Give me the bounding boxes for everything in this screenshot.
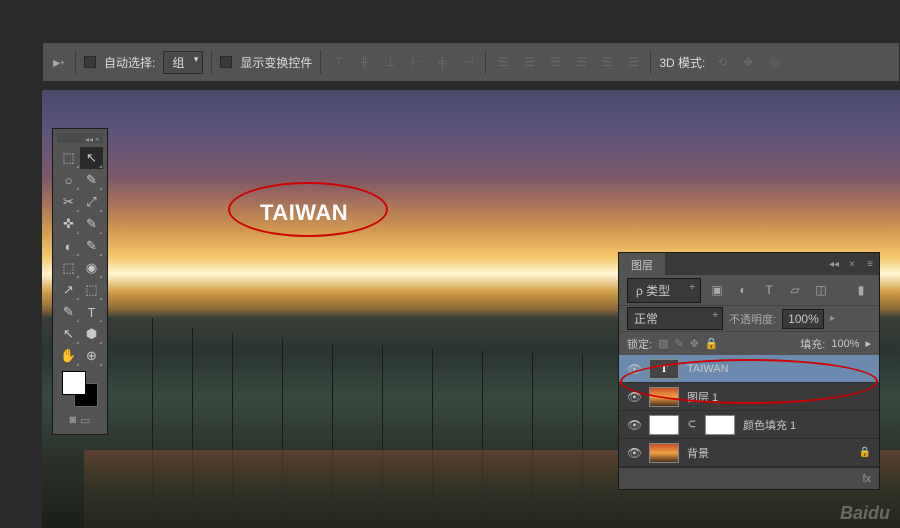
tool-19[interactable]: ⊕ (80, 345, 103, 367)
color-swatches (57, 367, 103, 411)
distribute-left-icon[interactable]: ☰ (572, 53, 590, 71)
close-icon[interactable]: × (95, 135, 101, 141)
lock-label: 锁定: (627, 336, 652, 352)
3d-mode-label: 3D 模式: (659, 54, 705, 71)
fill-input[interactable]: 100% (831, 338, 859, 350)
screenmode-icon[interactable]: ▭ (80, 414, 90, 427)
layer-name[interactable]: 图层 1 (687, 389, 871, 405)
tool-18[interactable]: ✋ (57, 345, 80, 367)
align-top-icon[interactable]: ⊤ (329, 53, 347, 71)
tool-5[interactable]: ⤢ (80, 191, 103, 213)
foreground-swatch[interactable] (62, 371, 86, 395)
align-vcenter-icon[interactable]: ╫ (355, 53, 373, 71)
tool-4[interactable]: ✂ (57, 191, 80, 213)
filter-smart-icon[interactable]: ◫ (811, 281, 831, 299)
layer-row[interactable]: 👁 背景 🔒 (619, 439, 879, 467)
tool-7[interactable]: ✎ (80, 213, 103, 235)
layer-row[interactable]: 👁 T TAIWAN (619, 355, 879, 383)
3d-pan-icon[interactable]: ✥ (739, 53, 757, 71)
align-right-icon[interactable]: ⊣ (459, 53, 477, 71)
opacity-slider-icon[interactable]: ▸ (830, 313, 835, 324)
show-transform-checkbox[interactable] (220, 56, 232, 68)
tool-9[interactable]: ✎ (80, 235, 103, 257)
auto-select-checkbox[interactable] (84, 56, 96, 68)
lock-position-icon[interactable]: ✥ (690, 337, 699, 350)
3d-orbit-icon[interactable]: ⟲ (713, 53, 731, 71)
visibility-icon[interactable]: 👁 (627, 446, 641, 460)
link-icon: ⊂ (687, 415, 697, 435)
distribute-top-icon[interactable]: ☰ (494, 53, 512, 71)
tool-15[interactable]: T (80, 301, 103, 323)
move-tool-icon[interactable]: ▸+ (51, 54, 67, 70)
layer-row[interactable]: 👁 图层 1 (619, 383, 879, 411)
align-bottom-icon[interactable]: ⊥ (381, 53, 399, 71)
tool-10[interactable]: ⬚ (57, 257, 80, 279)
layers-panel: 图层 ◂◂ × ≡ ρ 类型 ▣ ◐ T ▱ ◫ ▮ 正常 不透明度: 100%… (618, 252, 880, 490)
filter-toggle-icon[interactable]: ▮ (851, 281, 871, 299)
lock-all-icon[interactable]: 🔒 (705, 337, 719, 350)
tool-1[interactable]: ↖ (80, 147, 103, 169)
mask-thumb (705, 415, 735, 435)
watermark: Baidu (840, 503, 890, 524)
visibility-icon[interactable]: 👁 (627, 362, 641, 376)
visibility-icon[interactable]: 👁 (627, 390, 641, 404)
tool-11[interactable]: ◉ (80, 257, 103, 279)
quickmask-icon[interactable]: ◙ (69, 414, 76, 427)
3d-slider-icon[interactable]: ◎ (765, 53, 783, 71)
filter-pixel-icon[interactable]: ▣ (707, 281, 727, 299)
layers-list: 👁 T TAIWAN 👁 图层 1 👁 ⊂ 颜色填充 1 👁 背景 🔒 (619, 355, 879, 467)
tool-16[interactable]: ↖ (57, 323, 80, 345)
tool-12[interactable]: ↗ (57, 279, 80, 301)
align-left-icon[interactable]: ⊢ (407, 53, 425, 71)
distribute-vcenter-icon[interactable]: ☰ (520, 53, 538, 71)
lock-transparent-icon[interactable]: ▨ (658, 337, 668, 350)
layer-name[interactable]: 颜色填充 1 (743, 417, 871, 433)
filter-adjustment-icon[interactable]: ◐ (733, 281, 753, 299)
tool-0[interactable]: ⬚ (57, 147, 80, 169)
tool-14[interactable]: ✎ (57, 301, 80, 323)
image-thumb (649, 443, 679, 463)
fx-icon[interactable]: fx (862, 473, 871, 485)
auto-select-dropdown[interactable]: 组 (163, 51, 203, 74)
fill-slider-icon[interactable]: ▸ (865, 337, 871, 350)
tool-6[interactable]: ✜ (57, 213, 80, 235)
filter-shape-icon[interactable]: ▱ (785, 281, 805, 299)
close-icon[interactable]: × (843, 253, 861, 275)
show-transform-label: 显示变换控件 (240, 54, 312, 71)
tool-2[interactable]: ○ (57, 169, 80, 191)
filter-type-icon[interactable]: T (759, 281, 779, 299)
auto-select-label: 自动选择: (104, 54, 155, 71)
panel-menu-icon[interactable]: ≡ (861, 253, 879, 275)
distribute-hcenter-icon[interactable]: ☰ (598, 53, 616, 71)
fill-label: 填充: (800, 336, 825, 352)
collapse-icon[interactable]: ◂◂ (825, 253, 843, 275)
lock-pixels-icon[interactable]: ✎ (674, 337, 683, 350)
opacity-input[interactable]: 100% (782, 309, 824, 329)
align-hcenter-icon[interactable]: ╪ (433, 53, 451, 71)
distribute-bottom-icon[interactable]: ☰ (546, 53, 564, 71)
options-bar: ▸+ 自动选择: 组 显示变换控件 ⊤ ╫ ⊥ ⊢ ╪ ⊣ ☰ ☰ ☰ ☰ ☰ … (42, 42, 900, 82)
tool-13[interactable]: ⬚ (80, 279, 103, 301)
distribute-right-icon[interactable]: ☰ (624, 53, 642, 71)
fill-thumb (649, 415, 679, 435)
tool-3[interactable]: ✎ (80, 169, 103, 191)
filter-kind-dropdown[interactable]: ρ 类型 (627, 278, 701, 303)
visibility-icon[interactable]: 👁 (627, 418, 641, 432)
lock-icon: 🔒 (859, 447, 871, 458)
blend-mode-dropdown[interactable]: 正常 (627, 307, 723, 330)
layer-name[interactable]: TAIWAN (687, 363, 871, 375)
collapse-icon[interactable]: ◂◂ (85, 135, 91, 141)
layer-name[interactable]: 背景 (687, 445, 851, 461)
tab-layers[interactable]: 图层 (619, 253, 665, 275)
annotation-ellipse-canvas (228, 182, 388, 237)
opacity-label: 不透明度: (729, 311, 776, 327)
tools-panel: ◂◂× ⬚↖○✎✂⤢✜✎◐✎⬚◉↗⬚✎T↖⬢✋⊕ ◙ ▭ (52, 128, 108, 435)
layer-row[interactable]: 👁 ⊂ 颜色填充 1 (619, 411, 879, 439)
type-thumb-icon: T (649, 359, 679, 379)
image-thumb (649, 387, 679, 407)
tool-17[interactable]: ⬢ (80, 323, 103, 345)
tool-8[interactable]: ◐ (57, 235, 80, 257)
